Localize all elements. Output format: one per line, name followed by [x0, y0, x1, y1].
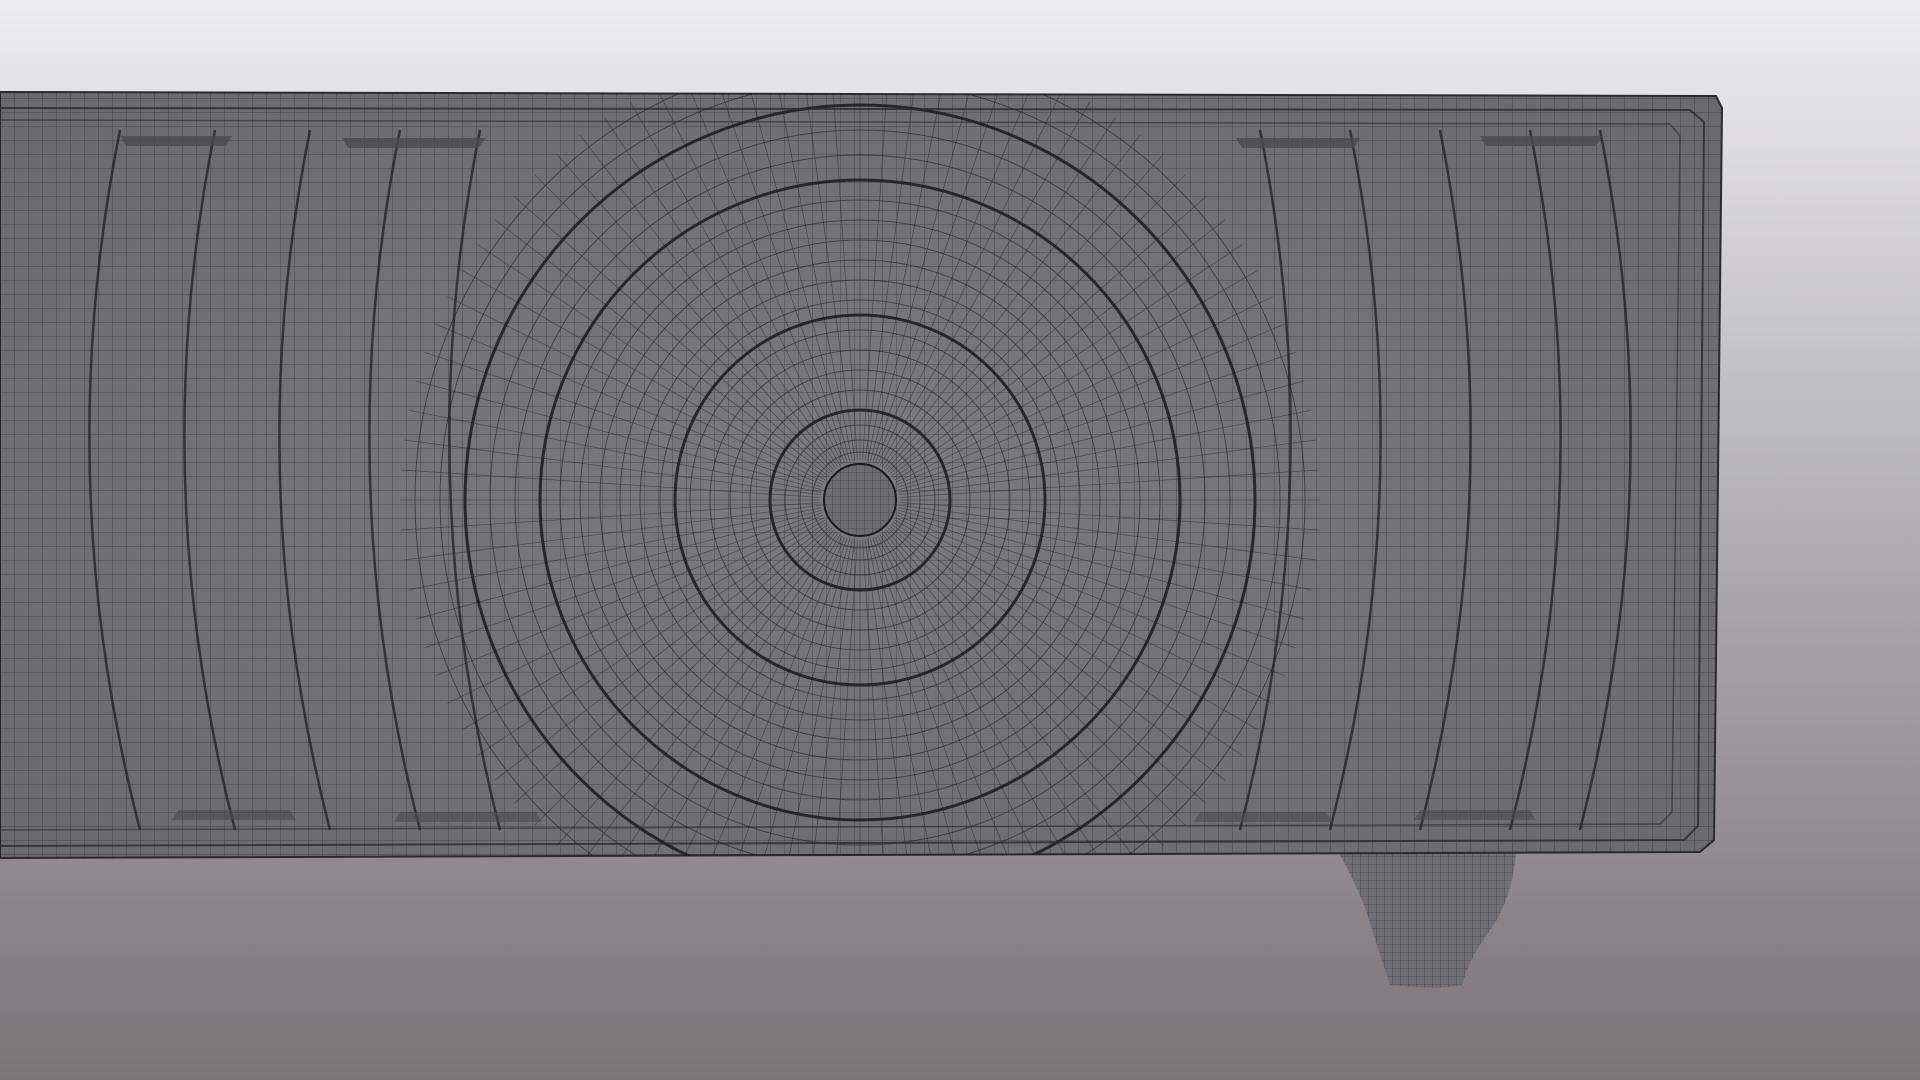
center-knob [823, 463, 897, 537]
3d-viewport[interactable] [0, 0, 1920, 1080]
wireframe-render [0, 0, 1920, 1080]
